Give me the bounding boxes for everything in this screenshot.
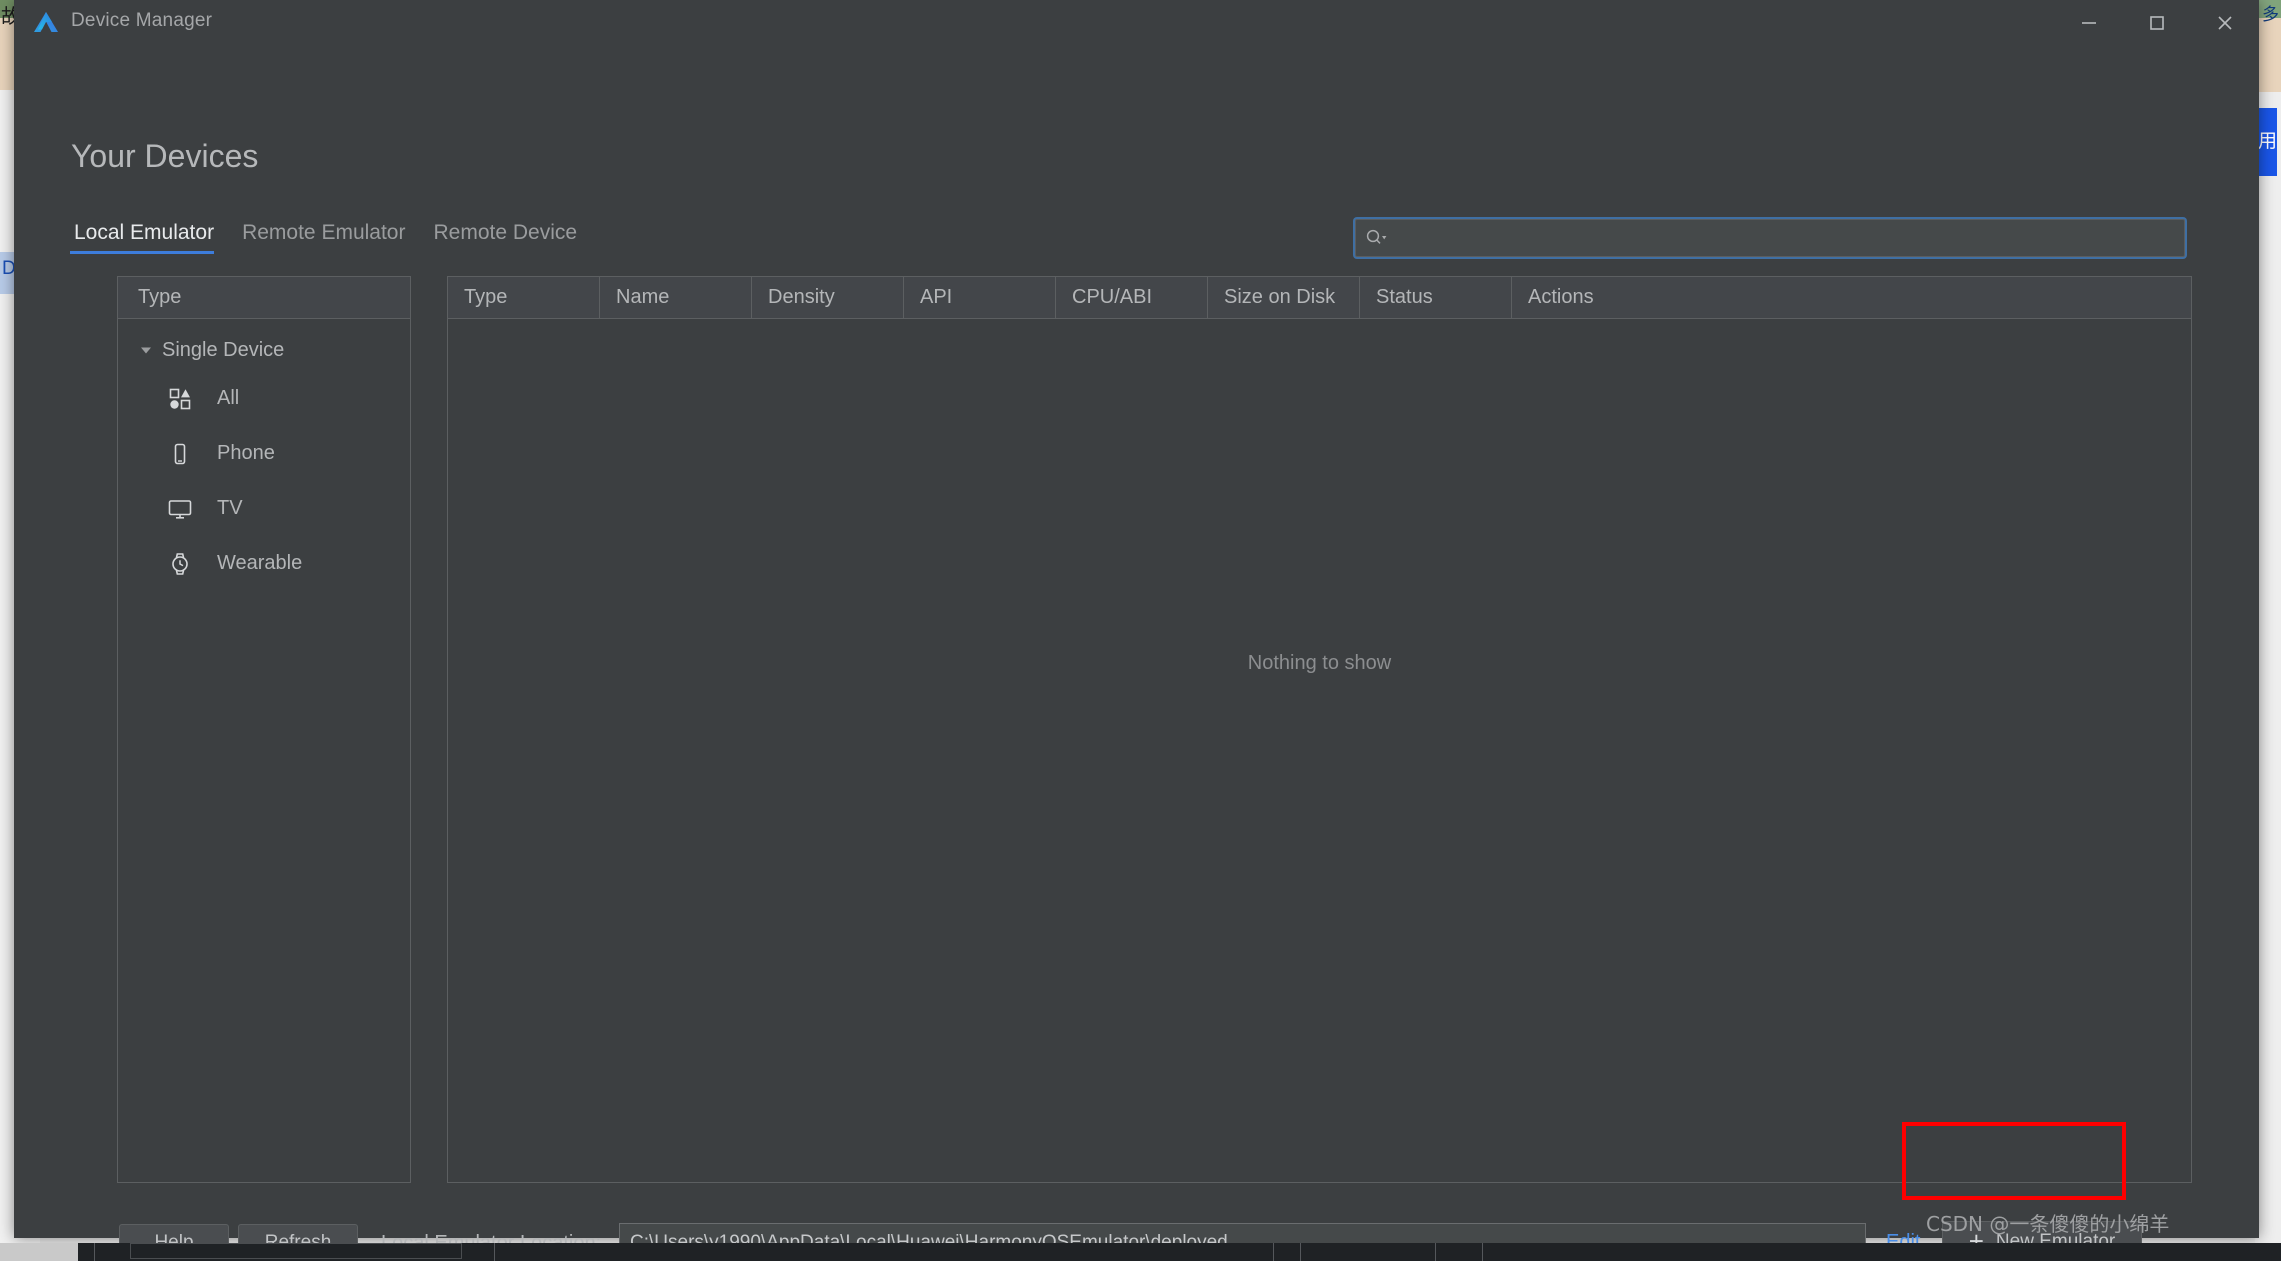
column-header-api[interactable]: API [904,277,1056,318]
deveco-logo-icon [31,8,61,36]
taskbar-divider-5 [1435,1243,1436,1261]
page-title: Your Devices [71,138,259,174]
background-cjk-top-right: 多 [2262,5,2279,25]
tab-remote-device-label: Remote Device [433,221,578,244]
caret-down-icon[interactable] [136,340,156,360]
tree-item-tv-label: TV [217,497,243,519]
table-header-row: Type Name Density API CPU/ABI Size on Di… [448,277,2191,319]
tab-remote-emulator[interactable]: Remote Emulator [238,221,429,254]
maximize-icon[interactable] [2123,0,2191,45]
column-header-cpu-abi[interactable]: CPU/ABI [1056,277,1208,318]
shapes-icon [165,386,195,412]
tab-local-emulator-label: Local Emulator [74,221,215,244]
device-table-panel: Type Name Density API CPU/ABI Size on Di… [447,276,2192,1183]
column-header-actions[interactable]: Actions [1512,277,1664,318]
tab-remote-emulator-label: Remote Emulator [242,221,406,244]
table-body: Nothing to show [448,319,2191,1183]
taskbar-divider-2 [494,1243,495,1261]
empty-state-message: Nothing to show [1247,652,1392,674]
column-header-type[interactable]: Type [448,277,600,318]
window-controls [2055,0,2259,45]
taskbar-start-chip[interactable] [0,1243,78,1261]
search-icon [1365,228,1389,248]
tree-group-single-device-label: Single Device [162,338,285,361]
column-header-status[interactable]: Status [1360,277,1512,318]
taskbar[interactable] [0,1243,2281,1261]
tree-item-tv[interactable]: TV [118,481,410,536]
watermark-text: CSDN @一条傻傻的小绵羊 [1926,1212,2170,1236]
tree-group-single-device[interactable]: Single Device [118,329,410,371]
tree-item-all[interactable]: All [118,371,410,426]
column-header-name[interactable]: Name [600,277,752,318]
tree-item-phone-label: Phone [217,442,275,464]
column-header-size-on-disk[interactable]: Size on Disk [1208,277,1360,318]
watch-icon [165,551,195,577]
taskbar-divider-1 [94,1243,95,1261]
type-panel-header: Type [118,277,410,319]
taskbar-divider-6 [1482,1243,1483,1261]
tree-item-wearable-label: Wearable [217,552,303,574]
window-title: Device Manager [71,10,213,31]
tab-bar: Local Emulator Remote Emulator Remote De… [70,221,601,254]
search-input[interactable] [1355,219,2185,257]
taskbar-divider-3 [1273,1243,1274,1261]
tab-remote-device[interactable]: Remote Device [429,221,601,254]
title-bar[interactable]: Device Manager [14,0,2259,45]
tree-item-wearable[interactable]: Wearable [118,536,410,591]
close-icon[interactable] [2191,0,2259,45]
background-window-right-selected-text: 用 [2257,130,2277,152]
tree-item-all-label: All [217,387,240,409]
tree-item-phone[interactable]: Phone [118,426,410,481]
screen: De 故 用 多 [0,0,2281,1261]
column-header-density[interactable]: Density [752,277,904,318]
phone-icon [165,441,195,467]
tab-local-emulator[interactable]: Local Emulator [70,221,238,254]
device-manager-window: Device Manager Your Devices Local Emulat… [14,0,2259,1261]
device-type-tree: Single Device All Phone TV Wearable [118,319,410,591]
taskbar-item-1[interactable] [130,1243,462,1259]
minimize-icon[interactable] [2055,0,2123,45]
tv-icon [165,496,195,522]
type-filter-panel: Type Single Device All Phone TV Wearable [117,276,411,1183]
taskbar-divider-4 [1300,1243,1301,1261]
